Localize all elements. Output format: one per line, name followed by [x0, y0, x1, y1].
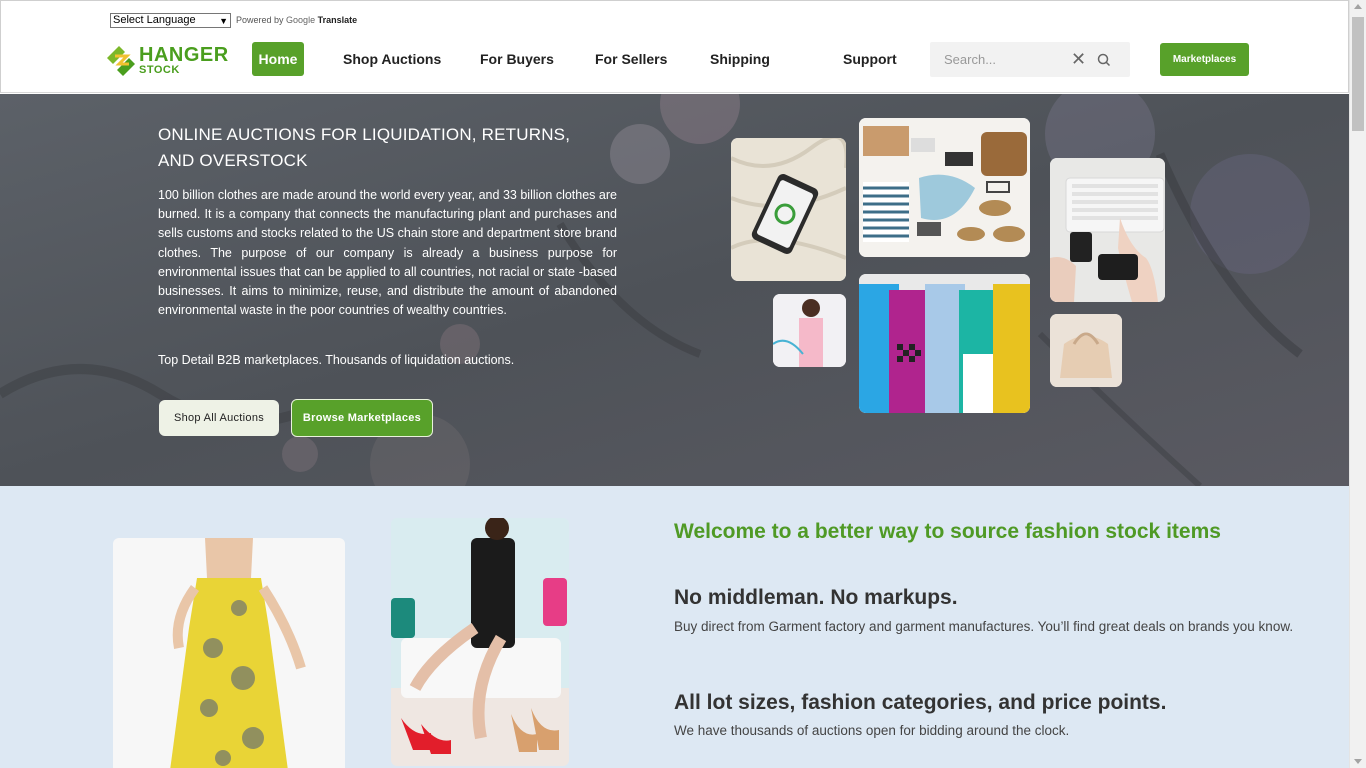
hero-title-line2: AND OVERSTOCK: [158, 151, 308, 170]
search-input[interactable]: [944, 50, 1064, 68]
translate-label: Translate: [317, 15, 358, 25]
powered-by-label: Powered by: [236, 15, 284, 25]
language-select[interactable]: Select Language ▼: [110, 13, 231, 28]
hero-title: ONLINE AUCTIONS FOR LIQUIDATION, RETURNS…: [158, 122, 598, 174]
page-scrollbar[interactable]: [1349, 0, 1366, 768]
browse-marketplaces-button[interactable]: Browse Marketplaces: [291, 399, 433, 437]
welcome-section: Welcome to a better way to source fashio…: [0, 486, 1349, 768]
marketplaces-button[interactable]: Marketplaces: [1160, 43, 1249, 76]
search-icon[interactable]: [1096, 52, 1112, 68]
search-box: ✕: [930, 42, 1130, 77]
hero-tagline: Top Detail B2B marketplaces. Thousands o…: [158, 353, 515, 367]
google-label: Google: [286, 15, 316, 25]
language-select-value: Select Language: [113, 14, 196, 26]
site-header: Select Language ▼ Powered by Google Tran…: [0, 0, 1349, 93]
tile-pink-dress-image: [773, 294, 846, 367]
nav-support[interactable]: Support: [843, 51, 897, 67]
nav-for-buyers[interactable]: For Buyers: [480, 51, 554, 67]
hero-section: ONLINE AUCTIONS FOR LIQUIDATION, RETURNS…: [0, 94, 1349, 486]
tile-tshirts-image: [859, 274, 1030, 413]
hero-paragraph: 100 billion clothes are made around the …: [158, 188, 617, 318]
page: Select Language ▼ Powered by Google Tran…: [0, 0, 1349, 768]
hero-title-line1: ONLINE AUCTIONS FOR LIQUIDATION, RETURNS…: [158, 125, 571, 144]
welcome-heading: Welcome to a better way to source fashio…: [674, 520, 1221, 543]
tile-recycle-phone-image: [731, 138, 846, 281]
lot-sizes-text: We have thousands of auctions open for b…: [674, 723, 1070, 738]
hanger-logo-icon: [107, 46, 135, 76]
no-middleman-heading: No middleman. No markups.: [674, 586, 958, 609]
nav-home[interactable]: Home: [252, 42, 304, 76]
chevron-down-icon: ▼: [219, 16, 228, 26]
powered-by-google-translate[interactable]: Powered by Google Translate: [236, 15, 357, 25]
site-logo[interactable]: HANGER STOCK: [105, 42, 228, 78]
nav-shipping[interactable]: Shipping: [710, 51, 770, 67]
clear-icon[interactable]: ✕: [1071, 50, 1086, 68]
logo-text-stock: STOCK: [139, 64, 180, 76]
nav-shop-auctions[interactable]: Shop Auctions: [343, 51, 441, 67]
scroll-down-arrow-icon[interactable]: [1354, 759, 1362, 764]
nav-for-sellers[interactable]: For Sellers: [595, 51, 667, 67]
scroll-up-arrow-icon[interactable]: [1354, 4, 1362, 9]
scroll-thumb[interactable]: [1352, 17, 1364, 131]
tile-laptop-wallet-image: [1050, 158, 1165, 302]
shop-all-auctions-button[interactable]: Shop All Auctions: [159, 400, 279, 436]
yellow-floral-dress-image: [113, 538, 345, 768]
no-middleman-text: Buy direct from Garment factory and garm…: [674, 619, 1294, 634]
tile-handbag-image: [1050, 314, 1122, 387]
lot-sizes-heading: All lot sizes, fashion categories, and p…: [674, 691, 1167, 714]
shoes-handbags-woman-image: [391, 518, 569, 766]
tile-accessories-flatlay-image: [859, 118, 1030, 257]
